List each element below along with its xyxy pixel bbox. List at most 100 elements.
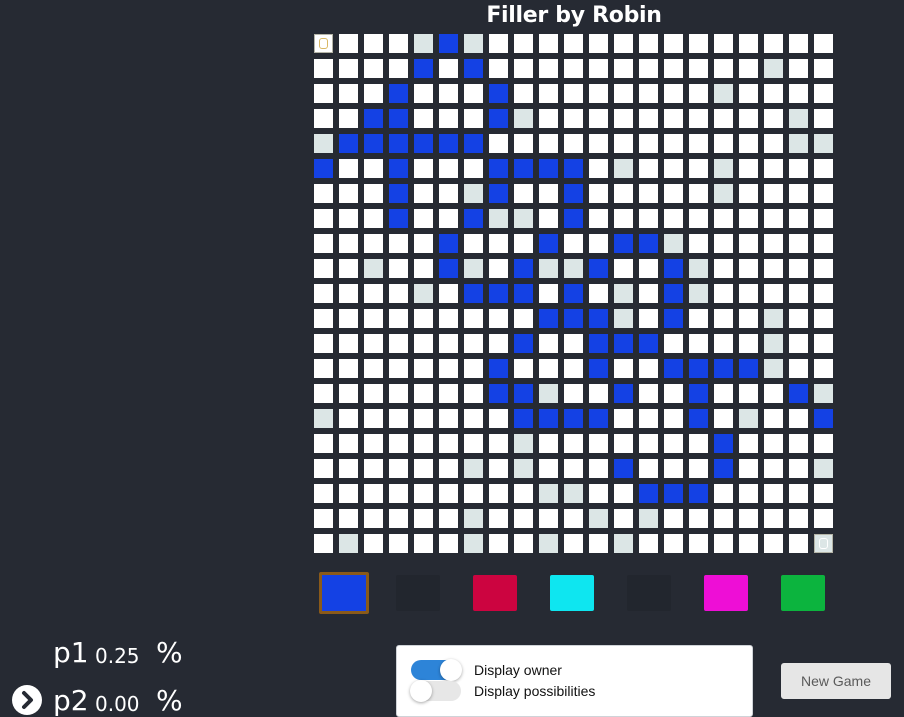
board-cell: [714, 534, 733, 553]
board-cell-possible: [664, 234, 683, 253]
board-cell: [714, 109, 733, 128]
board-cell: [489, 234, 508, 253]
board-cell: [664, 84, 683, 103]
board-cell: [689, 109, 708, 128]
board-cell-possible: [464, 259, 483, 278]
board-cell: [439, 509, 458, 528]
board-cell: [664, 509, 683, 528]
board-cell: [364, 234, 383, 253]
board-cell: [314, 234, 333, 253]
color-swatch-dark[interactable]: [627, 575, 671, 611]
board-cell: [764, 134, 783, 153]
board-cell: [789, 34, 808, 53]
board-cell: [614, 484, 633, 503]
board-cell: [314, 534, 333, 553]
color-swatch-dark[interactable]: [396, 575, 440, 611]
board-cell-owned: [464, 284, 483, 303]
board-cell-owned: [789, 384, 808, 403]
board-cell: [564, 459, 583, 478]
board-cell-owned: [689, 409, 708, 428]
options-panel: Display owner Display possibilities: [396, 645, 753, 717]
board-cell-possible: [814, 459, 833, 478]
board-cell: [489, 534, 508, 553]
new-game-button[interactable]: New Game: [781, 663, 891, 699]
board-cell: [814, 34, 833, 53]
board-cell: [739, 234, 758, 253]
board-cell: [414, 109, 433, 128]
board-cell: [814, 209, 833, 228]
board-cell-possible: [464, 509, 483, 528]
board-cell: [514, 59, 533, 78]
display-possibilities-toggle[interactable]: [410, 680, 461, 702]
board-cell: [539, 334, 558, 353]
board-cell: [639, 434, 658, 453]
board-cell: [439, 284, 458, 303]
board-cell: [339, 234, 358, 253]
board-cell-owned: [589, 409, 608, 428]
board-cell-possible: [464, 534, 483, 553]
board-cell-owned: [639, 234, 658, 253]
board-cell: [339, 109, 358, 128]
board-cell: [364, 284, 383, 303]
board-cell: [614, 109, 633, 128]
board-cell-owned: [589, 309, 608, 328]
color-swatch-crimson[interactable]: [473, 575, 517, 611]
board-cell: [764, 409, 783, 428]
board-cell: [589, 384, 608, 403]
board-cell: [714, 59, 733, 78]
board-cell: [564, 434, 583, 453]
board-cell-possible: [739, 409, 758, 428]
board-cell: [514, 134, 533, 153]
board-cell: [664, 209, 683, 228]
board-cell-owned: [689, 484, 708, 503]
board-cell-owned: [339, 134, 358, 153]
color-swatch-blue[interactable]: [319, 572, 369, 614]
board-cell: [514, 359, 533, 378]
board-cell: [814, 109, 833, 128]
board-cell-owned: [539, 309, 558, 328]
board-cell: [589, 459, 608, 478]
score-p2: p2 0.00 %: [0, 684, 200, 717]
board-cell: [389, 59, 408, 78]
board-cell-possible: [489, 209, 508, 228]
board-cell: [489, 409, 508, 428]
board-cell: [389, 259, 408, 278]
board-cell: [339, 184, 358, 203]
board-cell: [339, 59, 358, 78]
board-cell: [514, 234, 533, 253]
board-cell: [539, 109, 558, 128]
board-cell: [639, 209, 658, 228]
color-swatch-cyan[interactable]: [550, 575, 594, 611]
board-cell: [739, 384, 758, 403]
board-cell: [339, 84, 358, 103]
board-cell: [339, 259, 358, 278]
board-cell: [339, 409, 358, 428]
color-swatch-green[interactable]: [781, 575, 825, 611]
display-owner-toggle[interactable]: [411, 659, 462, 681]
board-cell: [689, 159, 708, 178]
board-cell-possible: [714, 84, 733, 103]
board-cell: [539, 134, 558, 153]
board-cell: [639, 409, 658, 428]
board-cell: [764, 259, 783, 278]
board-cell-possible: [789, 134, 808, 153]
board-cell: [589, 284, 608, 303]
board-cell: [789, 534, 808, 553]
board-cell: [764, 484, 783, 503]
board-cell-owned: [714, 434, 733, 453]
board-cell: [314, 284, 333, 303]
board-cell-possible: [764, 59, 783, 78]
board-cell: [639, 284, 658, 303]
board-cell: [314, 384, 333, 403]
board-cell: [814, 309, 833, 328]
board-cell: [589, 134, 608, 153]
player1-marker-icon: [319, 38, 328, 49]
board-cell: [714, 284, 733, 303]
board-cell-owned: [389, 184, 408, 203]
board-cell-possible: [764, 309, 783, 328]
board-cell-owned: [714, 359, 733, 378]
color-swatch-magenta[interactable]: [704, 575, 748, 611]
board-cell: [739, 309, 758, 328]
board-cell: [789, 234, 808, 253]
board-cell: [639, 459, 658, 478]
